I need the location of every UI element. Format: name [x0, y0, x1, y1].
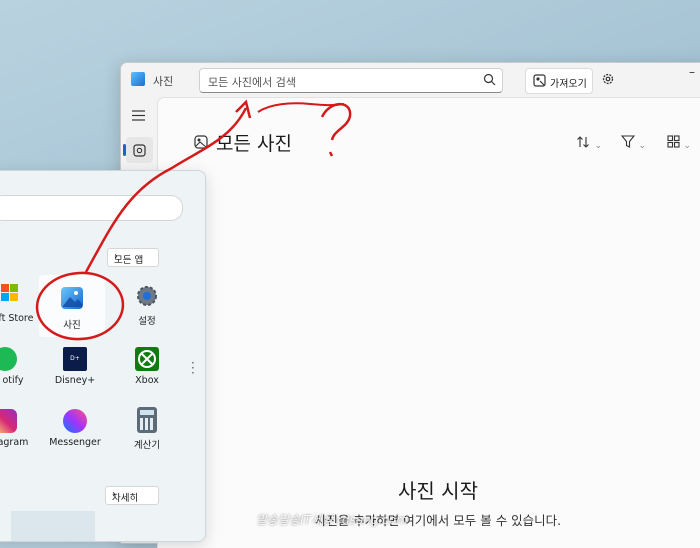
annotation-arrow [84, 107, 248, 273]
red-annotation-overlay [35, 99, 352, 341]
annotation-circle [35, 271, 125, 341]
question-mark-icon [320, 102, 352, 157]
watermark: 알송달송IT세상 rdsong.com [256, 513, 408, 527]
